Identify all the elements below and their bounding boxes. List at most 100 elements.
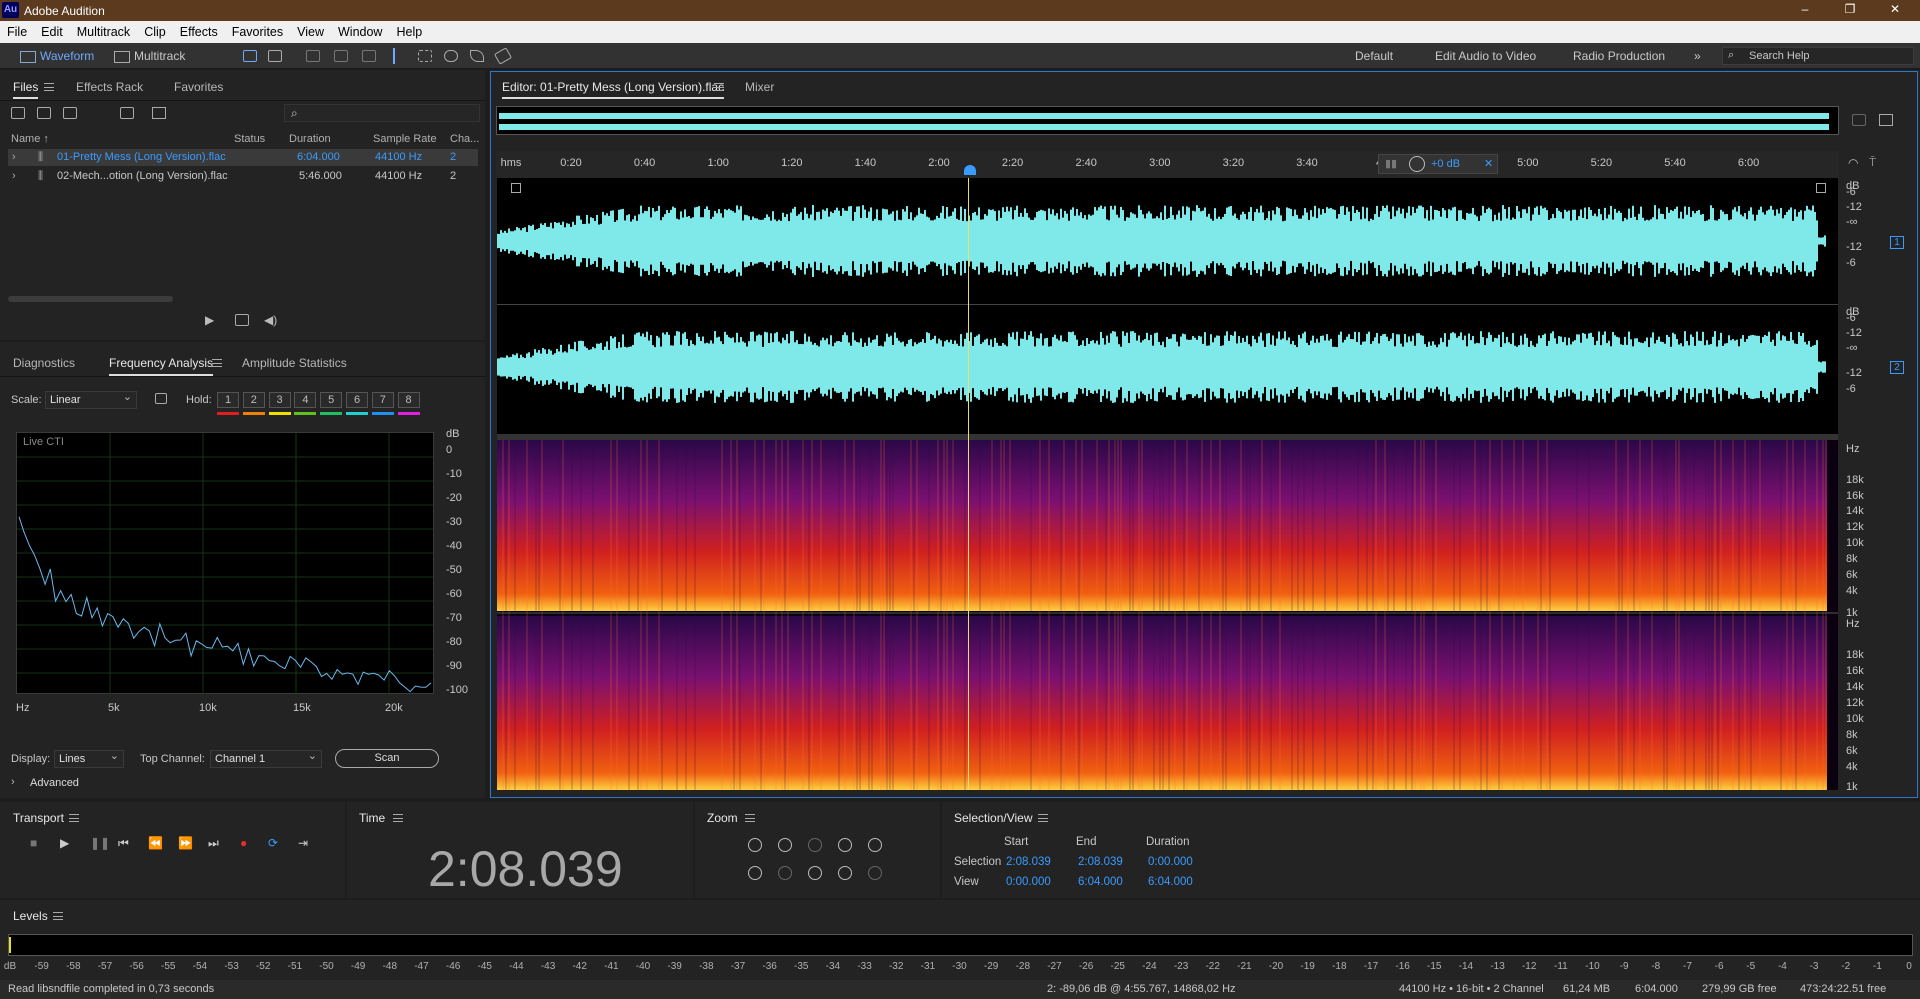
selection-duration[interactable]: 0:00.000 [1148,856,1193,868]
fast-forward-icon[interactable]: ⏩ [178,836,193,850]
volume-knob-icon[interactable] [1409,156,1425,172]
col-status[interactable]: Status [234,133,265,145]
tab-amplitude-statistics[interactable]: Amplitude Statistics [242,356,347,370]
spectral-view[interactable] [497,440,1838,790]
record-icon[interactable]: ● [240,836,247,850]
hold-button-5[interactable]: 5 [320,392,343,408]
zoom-in-time-icon[interactable] [778,838,792,852]
snap-icon[interactable]: ◠ [1848,156,1858,170]
scale-dropdown[interactable]: Linear [45,389,137,409]
panel-menu-icon[interactable] [1038,814,1048,822]
lasso-tool-icon[interactable] [444,50,458,62]
menu-view[interactable]: View [290,21,331,39]
pin-icon[interactable]: ✕ [1484,157,1493,170]
menu-effects[interactable]: Effects [173,21,225,39]
zoom-out-amplitude-icon[interactable] [748,866,762,880]
multitrack-button[interactable]: Multitrack [114,47,185,65]
zoom-out-right-icon[interactable] [838,866,852,880]
hold-button-1[interactable]: 1 [217,392,239,408]
close-icon[interactable]: ✕ [1885,2,1905,18]
menu-window[interactable]: Window [331,21,389,39]
workspace-edit-audio-to-video[interactable]: Edit Audio to Video [1435,47,1536,65]
spectral-display-icon[interactable] [243,50,257,62]
panel-menu-icon[interactable] [212,359,222,367]
menu-help[interactable]: Help [389,21,429,39]
playhead-handle[interactable] [964,165,976,175]
level-meter[interactable] [8,934,1913,956]
autoplay-icon[interactable]: ◀) [264,313,277,327]
delete-icon[interactable] [152,107,166,119]
zoom-in-left-icon[interactable] [838,838,852,852]
frequency-graph[interactable]: Live CTI [16,432,435,695]
advanced-label[interactable]: Advanced [30,777,79,789]
zoom-icon[interactable] [1852,114,1866,126]
corner-icon[interactable] [511,183,521,193]
menu-edit[interactable]: Edit [34,21,70,39]
col-name[interactable]: Name ↑ [11,133,49,145]
waveform-button[interactable]: Waveform [20,47,94,65]
file-row[interactable]: › ⫼ 01-Pretty Mess (Long Version).flac 6… [8,149,478,166]
tab-frequency-analysis[interactable]: Frequency Analysis [109,356,214,376]
hold-button-3[interactable]: 3 [268,392,291,408]
play-preview-icon[interactable]: ▶ [205,313,214,327]
menu-favorites[interactable]: Favorites [225,21,290,39]
zoom-reset-icon[interactable] [868,838,882,852]
play-icon[interactable]: ▶ [60,836,69,850]
workspace-radio-production[interactable]: Radio Production [1573,47,1665,65]
skip-selection-icon[interactable]: ⇥ [298,836,308,850]
open-file-icon[interactable] [11,107,25,119]
hold-button-2[interactable]: 2 [242,392,265,408]
hud-volume[interactable]: ▮▮ +0 dB ✕ [1378,154,1498,174]
zoom-out-time-icon[interactable] [778,866,792,880]
selection-start[interactable]: 2:08.039 [1006,856,1051,868]
more-workspaces-icon[interactable]: » [1694,47,1701,65]
copy-icon[interactable] [155,393,167,404]
move-tool-icon[interactable] [306,50,320,62]
tab-editor[interactable]: Editor: 01-Pretty Mess (Long Version).fl… [502,80,725,99]
scan-button[interactable]: Scan [335,749,439,768]
tab-files[interactable]: Files [13,80,39,99]
panel-menu-icon[interactable] [69,814,79,822]
workspace-default[interactable]: Default [1355,47,1393,65]
top-channel-dropdown[interactable]: Channel 1 [210,748,322,768]
menu-clip[interactable]: Clip [137,21,173,39]
tab-mixer[interactable]: Mixer [745,80,774,94]
minimize-icon[interactable]: – [1795,2,1815,18]
slip-tool-icon[interactable] [362,50,376,62]
col-channels[interactable]: Cha... [450,133,479,145]
go-to-end-icon[interactable]: ⏭ [208,836,219,851]
search-help-field[interactable]: ⌕ Search Help [1722,47,1914,65]
col-sample-rate[interactable]: Sample Rate [373,133,437,145]
tab-favorites[interactable]: Favorites [174,80,223,94]
panel-menu-icon[interactable] [745,814,755,822]
hold-button-6[interactable]: 6 [346,392,368,408]
channel-2-button[interactable]: 2 [1890,361,1904,374]
hold-button-8[interactable]: 8 [397,392,420,408]
expand-icon[interactable]: › [12,170,16,182]
brush-tool-icon[interactable] [470,50,484,62]
time-selection-tool-icon[interactable] [393,48,397,64]
view-end[interactable]: 6:04.000 [1078,876,1123,888]
channel-1-button[interactable]: 1 [1890,236,1904,249]
pause-icon[interactable]: ❚❚ [90,836,110,850]
zoom-in-amplitude-icon[interactable] [748,838,762,852]
rewind-icon[interactable]: ⏪ [148,836,163,850]
hold-button-7[interactable]: 7 [371,392,394,408]
marquee-tool-icon[interactable] [418,50,432,62]
healing-tool-icon[interactable] [493,47,513,65]
panel-menu-icon[interactable] [44,83,54,91]
restore-icon[interactable]: ❐ [1840,2,1860,18]
insert-multitrack-icon[interactable] [120,107,134,119]
menu-multitrack[interactable]: Multitrack [70,21,137,39]
view-start[interactable]: 0:00.000 [1006,876,1051,888]
display-dropdown[interactable]: Lines [54,748,124,768]
panel-menu-icon[interactable] [714,83,724,91]
zoom-out-full-icon[interactable] [808,866,822,880]
file-row[interactable]: › ⫼ 02-Mech...otion (Long Version).flac … [8,168,478,185]
menu-file[interactable]: File [0,21,34,39]
waveform-view[interactable] [496,178,1838,434]
horizontal-scrollbar[interactable] [8,296,173,302]
razor-tool-icon[interactable] [334,50,348,62]
loop-preview-icon[interactable] [235,314,249,326]
selection-end[interactable]: 2:08.039 [1078,856,1123,868]
